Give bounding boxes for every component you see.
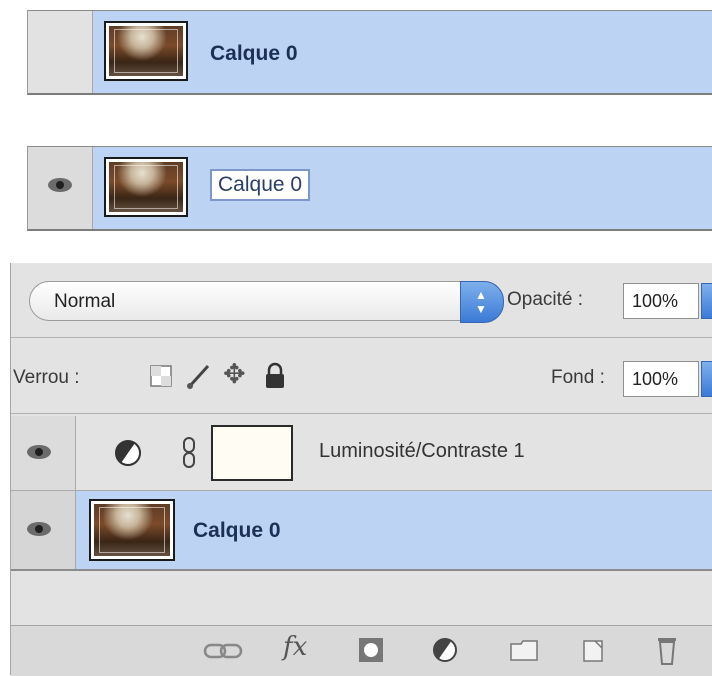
lock-label: Verrou : (13, 367, 80, 388)
visibility-toggle[interactable] (28, 147, 93, 229)
layer-name: Luminosité/Contraste 1 (319, 440, 525, 462)
layer-name-edit-field[interactable]: Calque 0 (210, 169, 311, 201)
layer-name: Calque 0 (193, 519, 281, 542)
lock-pixels-brush-icon[interactable] (185, 362, 211, 390)
mask-icon[interactable] (357, 636, 385, 664)
fill-label: Fond : (551, 367, 605, 388)
blend-mode-select[interactable]: Normal ▲ ▼ (29, 281, 504, 323)
opacity-slider-toggle[interactable] (701, 283, 712, 319)
new-layer-icon[interactable] (581, 636, 607, 664)
divider (11, 337, 712, 338)
opacity-label: Opacité : (507, 289, 584, 310)
layers-panel-footer: fx (11, 625, 712, 676)
layer-row-calque-0-editing[interactable]: Calque 0 (27, 146, 712, 231)
chain-link-icon[interactable] (181, 436, 197, 470)
visibility-toggle[interactable] (11, 416, 76, 490)
blend-mode-stepper[interactable]: ▲ ▼ (460, 281, 504, 323)
fill-field[interactable]: 100% (623, 361, 699, 397)
layer-thumbnail (104, 157, 188, 217)
layers-panel: Normal ▲ ▼ Opacité : 100% Verrou : ✥ Fond… (10, 263, 712, 676)
layer-thumbnail (104, 21, 188, 81)
layer-thumbnail (89, 499, 175, 561)
layer-row-calque-0-top[interactable]: Calque 0 (27, 10, 712, 95)
visibility-toggle-empty[interactable] (28, 11, 93, 93)
eye-icon (27, 522, 51, 536)
layer-row-brightness-contrast[interactable]: Luminosité/Contraste 1 (11, 416, 712, 491)
lock-position-move-icon[interactable]: ✥ (223, 359, 246, 390)
fill-slider-toggle[interactable] (701, 361, 712, 397)
divider (11, 413, 712, 414)
lock-transparency-icon[interactable] (149, 364, 173, 388)
layer-mask-thumbnail[interactable] (211, 425, 293, 481)
link-icon[interactable] (203, 640, 245, 662)
folder-icon[interactable] (509, 638, 539, 662)
blend-mode-value: Normal (54, 291, 116, 312)
eye-icon (27, 445, 51, 459)
visibility-toggle[interactable] (11, 491, 76, 569)
trash-icon[interactable] (655, 634, 679, 666)
layer-row-calque-0-selected[interactable]: Calque 0 (11, 491, 712, 571)
adjustment-icon[interactable] (431, 636, 459, 664)
adjustment-layer-icon (115, 440, 141, 466)
lock-all-padlock-icon[interactable] (263, 362, 287, 390)
eye-icon (48, 178, 72, 192)
fx-icon[interactable]: fx (283, 632, 307, 662)
opacity-field[interactable]: 100% (623, 283, 699, 319)
layer-name: Calque 0 (210, 42, 298, 65)
